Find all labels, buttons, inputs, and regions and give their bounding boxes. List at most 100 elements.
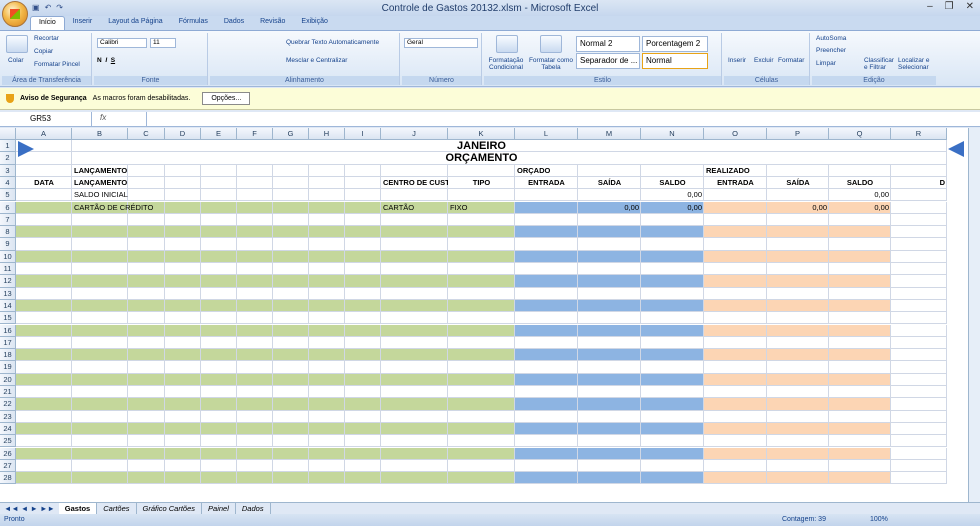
cell[interactable] xyxy=(641,336,704,350)
cell[interactable] xyxy=(309,287,345,300)
cell[interactable] xyxy=(578,263,641,276)
cell[interactable] xyxy=(891,361,947,374)
cell[interactable] xyxy=(16,336,72,350)
cell[interactable] xyxy=(72,238,128,251)
cell[interactable] xyxy=(891,213,947,227)
cell[interactable] xyxy=(448,410,515,423)
cell[interactable] xyxy=(201,299,237,313)
cell[interactable] xyxy=(273,386,309,399)
tab-layout[interactable]: Layout da Página xyxy=(100,16,171,30)
cell[interactable] xyxy=(237,422,273,436)
cell[interactable] xyxy=(515,250,578,263)
cell[interactable] xyxy=(309,422,345,436)
cell[interactable] xyxy=(641,263,704,276)
cell[interactable] xyxy=(309,226,345,239)
cell[interactable] xyxy=(16,410,72,423)
cell[interactable] xyxy=(237,189,273,202)
cell[interactable] xyxy=(72,459,128,473)
cell[interactable] xyxy=(237,336,273,350)
cell[interactable] xyxy=(345,213,381,227)
cell[interactable] xyxy=(829,263,891,276)
cell[interactable] xyxy=(237,164,273,177)
cell[interactable] xyxy=(345,287,381,300)
row-header[interactable]: 7 xyxy=(0,213,16,227)
cell[interactable] xyxy=(201,324,237,337)
cell[interactable] xyxy=(345,472,381,485)
cell[interactable] xyxy=(891,324,947,337)
cell[interactable] xyxy=(891,422,947,436)
cell[interactable] xyxy=(829,324,891,337)
row-header[interactable]: 4 xyxy=(0,176,16,190)
cell[interactable] xyxy=(128,349,165,362)
cell[interactable] xyxy=(448,287,515,300)
cell[interactable] xyxy=(767,336,829,350)
name-box[interactable]: GR53 xyxy=(0,112,92,126)
format-cells-button[interactable]: Formatar xyxy=(778,57,804,64)
cell[interactable] xyxy=(891,312,947,325)
cell[interactable] xyxy=(72,422,128,436)
cell[interactable] xyxy=(767,312,829,325)
cell[interactable] xyxy=(515,373,578,386)
cell[interactable] xyxy=(767,250,829,263)
cell[interactable] xyxy=(448,164,515,177)
cell[interactable] xyxy=(767,275,829,288)
cell[interactable] xyxy=(345,447,381,460)
cell[interactable] xyxy=(201,422,237,436)
cell[interactable] xyxy=(767,299,829,313)
column-header[interactable]: E xyxy=(201,128,237,140)
column-header[interactable]: R xyxy=(891,128,947,140)
cell[interactable] xyxy=(891,275,947,288)
cell[interactable] xyxy=(448,386,515,399)
cell[interactable] xyxy=(345,238,381,251)
style-normal[interactable]: Normal xyxy=(642,53,708,69)
cell[interactable] xyxy=(578,349,641,362)
cell[interactable] xyxy=(273,275,309,288)
cell[interactable] xyxy=(345,201,381,214)
cell[interactable] xyxy=(704,398,767,411)
cell[interactable] xyxy=(165,213,201,227)
cell[interactable] xyxy=(237,275,273,288)
column-header[interactable]: O xyxy=(704,128,767,140)
cell[interactable] xyxy=(767,410,829,423)
cell[interactable] xyxy=(345,164,381,177)
cell[interactable] xyxy=(345,386,381,399)
cell[interactable] xyxy=(704,361,767,374)
cell[interactable] xyxy=(16,189,72,202)
cell[interactable] xyxy=(273,263,309,276)
cell[interactable] xyxy=(237,201,273,214)
copy-button[interactable]: Copiar xyxy=(34,48,53,55)
row-header[interactable]: 1 xyxy=(0,140,16,153)
cell[interactable] xyxy=(704,287,767,300)
sheet-tab-painel[interactable]: Painel xyxy=(202,503,236,514)
cell[interactable] xyxy=(767,287,829,300)
cell[interactable] xyxy=(237,386,273,399)
cell[interactable] xyxy=(165,238,201,251)
cell[interactable] xyxy=(273,226,309,239)
cell[interactable] xyxy=(641,459,704,473)
restore-icon[interactable]: ❐ xyxy=(945,1,954,12)
cell[interactable] xyxy=(128,250,165,263)
column-header[interactable]: L xyxy=(515,128,578,140)
fill-button[interactable]: Preencher xyxy=(816,47,846,54)
cell[interactable] xyxy=(641,250,704,263)
cell[interactable] xyxy=(309,263,345,276)
cell[interactable] xyxy=(448,275,515,288)
cell[interactable] xyxy=(128,361,165,374)
cell[interactable] xyxy=(72,386,128,399)
cell[interactable] xyxy=(309,238,345,251)
cell[interactable] xyxy=(273,164,309,177)
cell[interactable] xyxy=(273,361,309,374)
column-header[interactable]: J xyxy=(381,128,448,140)
cell[interactable] xyxy=(165,447,201,460)
cell[interactable] xyxy=(273,312,309,325)
cell[interactable] xyxy=(448,299,515,313)
cell[interactable] xyxy=(128,422,165,436)
cell[interactable] xyxy=(704,410,767,423)
cell[interactable] xyxy=(381,287,448,300)
cell[interactable] xyxy=(767,459,829,473)
find-select-button[interactable]: Localizar e Selecionar xyxy=(898,57,936,71)
format-painter-button[interactable]: Formatar Pincel xyxy=(34,61,80,68)
cell[interactable] xyxy=(767,213,829,227)
cell[interactable] xyxy=(767,472,829,485)
cell[interactable] xyxy=(515,410,578,423)
